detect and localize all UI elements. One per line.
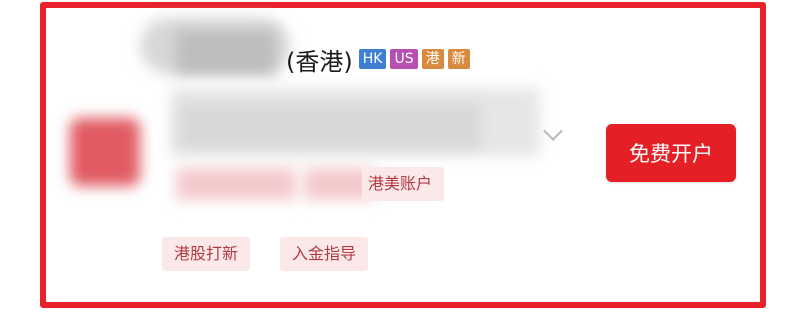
tag-hk-us-account[interactable]: 港美账户 bbox=[362, 167, 445, 201]
badge-us: US bbox=[390, 49, 418, 69]
badge-hk: HK bbox=[358, 49, 387, 69]
broker-title-row: (香港) HK US 港 新 bbox=[286, 42, 470, 76]
broker-name-suffix: (香港) bbox=[286, 47, 353, 76]
broker-description-blurred-inner bbox=[180, 104, 480, 148]
badge-new: 新 bbox=[447, 49, 470, 69]
tag-blurred bbox=[176, 168, 296, 200]
open-account-button[interactable]: 免费开户 bbox=[606, 124, 736, 182]
tag-ipo[interactable]: 港股打新 bbox=[162, 237, 251, 271]
broker-name-blurred bbox=[176, 30, 276, 74]
broker-avatar-blurred bbox=[70, 118, 140, 186]
badge-hk-cn: 港 bbox=[421, 49, 444, 69]
tag-deposit-guide[interactable]: 入金指导 bbox=[280, 237, 369, 271]
